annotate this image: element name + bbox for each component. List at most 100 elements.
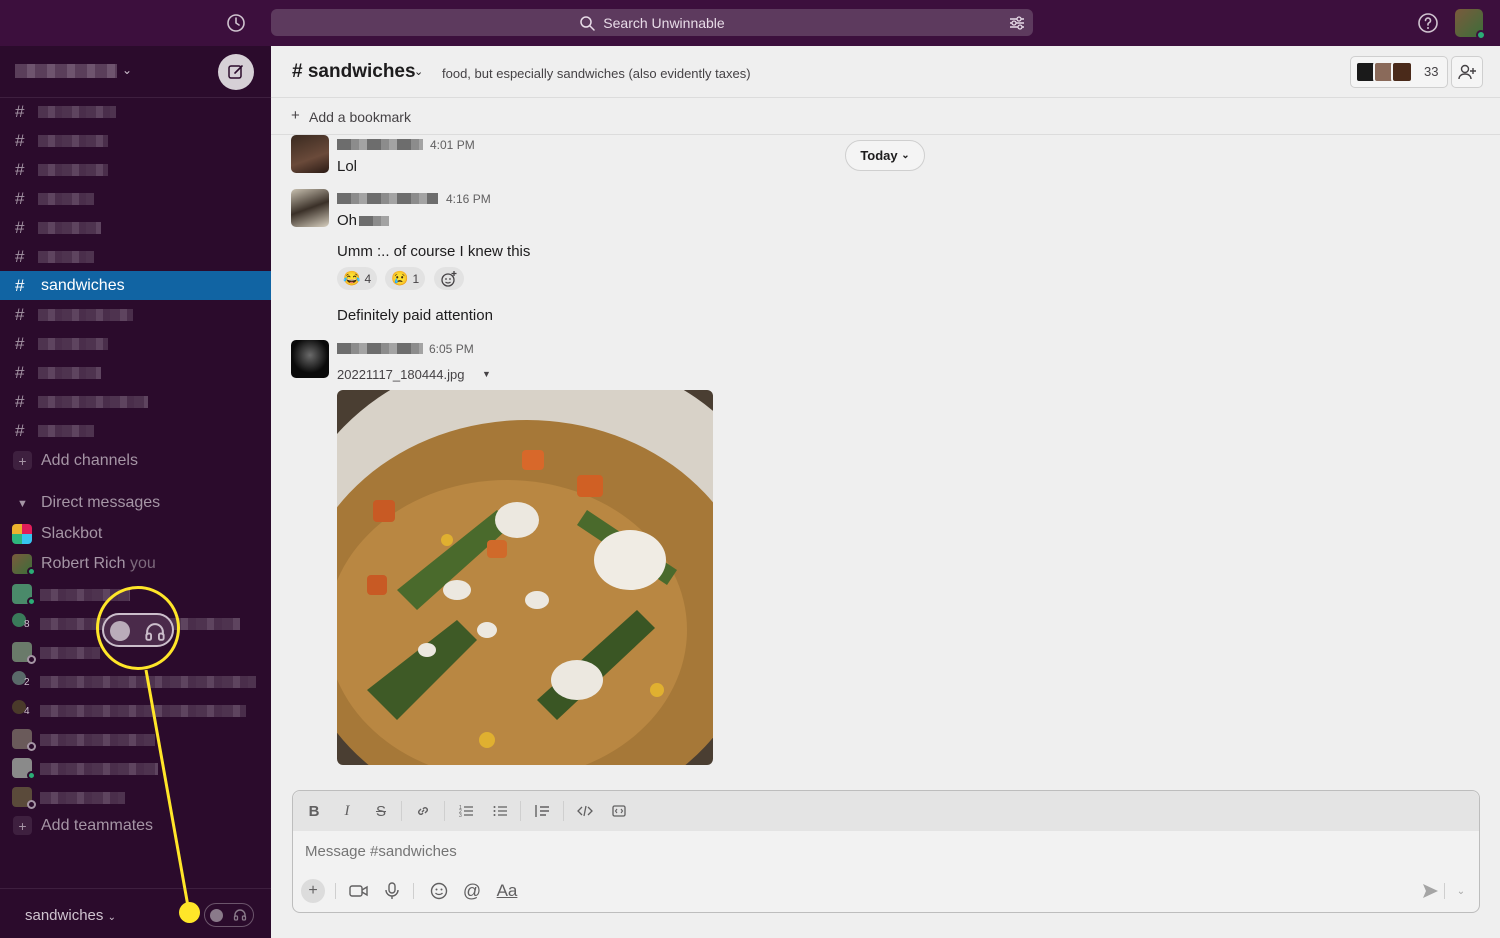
- huddle-channel-label[interactable]: sandwiches ⌄: [25, 907, 116, 924]
- headphones-icon: [233, 909, 247, 921]
- help-icon[interactable]: [1416, 11, 1440, 35]
- dm-name-redacted[interactable]: [40, 763, 158, 775]
- file-name[interactable]: 20221117_180444.jpg: [337, 367, 464, 382]
- hash-icon: #: [15, 160, 25, 179]
- formatting-toggle-button[interactable]: Aa: [493, 879, 521, 903]
- channel-item[interactable]: #: [0, 213, 271, 242]
- dm-name-redacted[interactable]: [40, 647, 100, 659]
- message-avatar[interactable]: [291, 135, 329, 173]
- mention-icon[interactable]: @: [460, 879, 484, 903]
- separator: [1444, 883, 1445, 899]
- workspace-name-redacted[interactable]: [15, 64, 117, 78]
- bookmark-bar: + Add a bookmark: [271, 98, 1500, 135]
- channel-item[interactable]: #: [0, 242, 271, 271]
- ordered-list-icon[interactable]: 123: [456, 801, 476, 821]
- message-time[interactable]: 4:16 PM: [446, 192, 491, 206]
- add-teammates-button[interactable]: Add teammates: [41, 817, 153, 835]
- message-text: Umm :.. of course I knew this: [337, 243, 531, 260]
- message-avatar[interactable]: [291, 340, 329, 378]
- send-icon[interactable]: [1418, 879, 1442, 903]
- huddle-toggle[interactable]: [204, 903, 254, 927]
- attach-plus-button[interactable]: +: [301, 879, 325, 903]
- bullet-list-icon[interactable]: [490, 801, 510, 821]
- search-filter-icon[interactable]: [1007, 13, 1027, 33]
- search-bar[interactable]: Search Unwinnable: [271, 9, 1033, 36]
- channel-item[interactable]: #: [0, 387, 271, 416]
- channel-item[interactable]: #: [0, 184, 271, 213]
- bold-icon[interactable]: B: [304, 801, 324, 821]
- sender-name-redacted[interactable]: [337, 193, 438, 204]
- away-status-dot: [27, 742, 36, 751]
- hash-icon: #: [15, 189, 25, 208]
- channel-item[interactable]: #: [0, 329, 271, 358]
- dm-name-redacted[interactable]: [40, 705, 246, 717]
- date-divider-button[interactable]: Today ⌄: [845, 140, 925, 171]
- dm-name-redacted[interactable]: [40, 792, 125, 804]
- caret-down-icon[interactable]: ▼: [482, 369, 491, 379]
- strikethrough-icon[interactable]: S: [371, 801, 391, 821]
- code-icon[interactable]: [575, 801, 595, 821]
- channel-item[interactable]: #: [0, 300, 271, 329]
- sender-name-redacted[interactable]: [337, 139, 423, 150]
- dm-name-redacted[interactable]: [40, 734, 155, 746]
- channel-name-redacted: [38, 309, 133, 321]
- italic-icon[interactable]: I: [337, 801, 357, 821]
- dm-item-slackbot[interactable]: Slackbot: [41, 525, 102, 543]
- chevron-down-icon[interactable]: ⌄: [122, 63, 132, 77]
- add-channels-plus-icon[interactable]: +: [13, 451, 32, 470]
- members-button[interactable]: 33: [1350, 56, 1448, 88]
- reaction-laughing[interactable]: 😂 4: [337, 267, 378, 290]
- add-user-icon: [1458, 64, 1476, 80]
- sender-name-redacted[interactable]: [337, 343, 423, 354]
- add-teammates-plus-icon[interactable]: +: [13, 816, 32, 835]
- separator: [520, 801, 521, 821]
- toggle-knob: [210, 909, 223, 922]
- add-reaction-button[interactable]: [434, 267, 464, 290]
- channel-title[interactable]: # sandwiches: [292, 61, 416, 83]
- user-avatar[interactable]: [1455, 9, 1486, 40]
- plus-icon[interactable]: +: [291, 107, 300, 124]
- add-channels-button[interactable]: Add channels: [41, 452, 138, 470]
- search-icon: [580, 15, 596, 31]
- dm-name-redacted[interactable]: [40, 676, 256, 688]
- video-icon[interactable]: [347, 879, 371, 903]
- message-input[interactable]: [305, 843, 1455, 860]
- message-avatar[interactable]: [291, 189, 329, 227]
- dm-item-robert-rich[interactable]: Robert Rich: [41, 555, 125, 573]
- message-time[interactable]: 4:01 PM: [430, 138, 475, 152]
- separator: [401, 801, 402, 821]
- blockquote-icon[interactable]: [532, 801, 552, 821]
- channel-item[interactable]: #: [0, 155, 271, 184]
- hash-icon: #: [15, 363, 25, 382]
- code-block-icon[interactable]: [609, 801, 629, 821]
- reaction-sad[interactable]: 😢 1: [385, 267, 426, 290]
- channel-item[interactable]: #: [0, 416, 271, 445]
- channel-name-redacted: [38, 222, 101, 234]
- away-status-dot: [27, 800, 36, 809]
- channel-name-redacted: [38, 425, 94, 437]
- link-icon[interactable]: [413, 801, 433, 821]
- channel-name-redacted: [38, 338, 108, 350]
- online-status-dot: [1476, 30, 1486, 40]
- channel-item[interactable]: #: [0, 358, 271, 387]
- channel-topic[interactable]: food, but especially sandwiches (also ev…: [442, 66, 751, 81]
- food-photo[interactable]: [337, 390, 713, 765]
- channel-name-redacted: [38, 251, 94, 263]
- chevron-down-icon[interactable]: ⌄: [414, 65, 423, 78]
- channel-item-sandwiches[interactable]: # sandwiches: [0, 271, 271, 300]
- emoji-icon[interactable]: [427, 879, 451, 903]
- channel-item[interactable]: #: [0, 126, 271, 155]
- history-icon[interactable]: [224, 11, 248, 35]
- channel-name-redacted: [38, 135, 108, 147]
- formatting-toolbar: B I S 123: [293, 791, 1479, 831]
- direct-messages-header[interactable]: Direct messages: [41, 494, 160, 512]
- chevron-down-icon[interactable]: ⌄: [1449, 879, 1473, 903]
- add-bookmark-button[interactable]: Add a bookmark: [309, 109, 411, 125]
- message-time[interactable]: 6:05 PM: [429, 342, 474, 356]
- add-member-button[interactable]: [1451, 56, 1483, 88]
- caret-down-icon[interactable]: ▼: [17, 498, 28, 510]
- microphone-icon[interactable]: [380, 879, 404, 903]
- compose-button[interactable]: [218, 54, 254, 90]
- text-redacted: [359, 216, 389, 226]
- channel-item[interactable]: #: [0, 97, 271, 126]
